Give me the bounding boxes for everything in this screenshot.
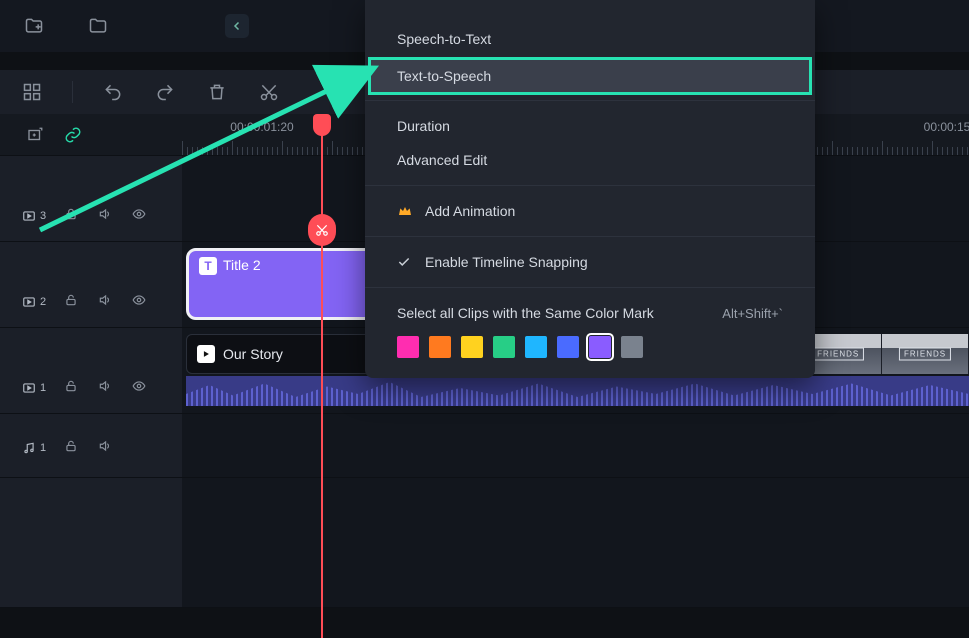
cut-button[interactable] [257, 80, 281, 104]
collapse-panel-button[interactable] [225, 14, 249, 38]
menu-speech-to-text[interactable]: Speech-to-Text [365, 22, 815, 56]
playhead[interactable] [321, 114, 323, 638]
video-clip-label: Our Story [223, 346, 283, 362]
folder-icon[interactable] [84, 12, 112, 40]
audio-waveform[interactable] [186, 376, 969, 406]
thumb-label: FRIENDS [899, 348, 951, 361]
track-type-badge[interactable]: 1 [22, 381, 46, 395]
menu-separator [365, 185, 815, 186]
menu-separator [365, 287, 815, 288]
menu-label: Duration [397, 118, 450, 134]
track-number: 1 [40, 382, 46, 394]
toolbar-divider [72, 81, 73, 103]
play-icon [197, 345, 215, 363]
menu-label: Advanced Edit [397, 152, 487, 168]
track-type-badge[interactable]: 1 [22, 441, 46, 455]
eye-icon[interactable] [130, 205, 148, 223]
lock-icon[interactable] [62, 377, 80, 395]
track-row-audio: 1 [0, 414, 969, 478]
menu-text-to-speech[interactable]: Text-to-Speech [371, 60, 809, 92]
add-track-button[interactable] [26, 126, 44, 144]
menu-advanced-edit[interactable]: Advanced Edit [365, 143, 815, 177]
color-swatch[interactable] [557, 336, 579, 358]
menu-label: Select all Clips with the Same Color Mar… [397, 305, 654, 321]
undo-button[interactable] [101, 80, 125, 104]
menu-separator [365, 236, 815, 237]
color-swatch[interactable] [429, 336, 451, 358]
crown-icon [397, 203, 413, 219]
track-number: 3 [40, 210, 46, 222]
grid-icon[interactable] [20, 80, 44, 104]
timecode-label: 00:00:15:0 [924, 120, 969, 134]
color-swatch[interactable] [589, 336, 611, 358]
playhead-cut-button[interactable] [308, 214, 336, 246]
lock-icon[interactable] [62, 205, 80, 223]
track-number: 2 [40, 296, 46, 308]
menu-separator [365, 100, 815, 101]
lock-icon[interactable] [62, 291, 80, 309]
redo-button[interactable] [153, 80, 177, 104]
color-swatch[interactable] [493, 336, 515, 358]
text-clip-icon: T [199, 257, 217, 275]
menu-label: Enable Timeline Snapping [425, 254, 588, 270]
track-number: 1 [40, 442, 46, 454]
speaker-icon[interactable] [96, 377, 114, 395]
speaker-icon[interactable] [96, 291, 114, 309]
menu-shortcut: Alt+Shift+` [722, 306, 783, 321]
new-folder-icon[interactable] [20, 12, 48, 40]
eye-icon[interactable] [130, 377, 148, 395]
speaker-icon[interactable] [96, 205, 114, 223]
menu-select-same-color[interactable]: Select all Clips with the Same Color Mar… [365, 296, 815, 330]
track-row-empty [0, 478, 969, 608]
speaker-icon[interactable] [96, 437, 114, 455]
menu-label: Add Animation [425, 203, 515, 219]
menu-label: Text-to-Speech [397, 68, 491, 84]
track-type-badge[interactable]: 2 [22, 295, 46, 309]
check-icon [397, 255, 413, 269]
thumb-label: FRIENDS [812, 348, 864, 361]
menu-label: Speech-to-Text [397, 31, 491, 47]
menu-duration[interactable]: Duration [365, 109, 815, 143]
color-swatch[interactable] [621, 336, 643, 358]
lock-icon[interactable] [62, 437, 80, 455]
menu-add-animation[interactable]: Add Animation [365, 194, 815, 228]
color-swatch[interactable] [461, 336, 483, 358]
color-swatch[interactable] [525, 336, 547, 358]
playhead-handle[interactable] [313, 114, 331, 136]
link-icon[interactable] [64, 126, 82, 144]
eye-icon[interactable] [130, 291, 148, 309]
timecode-label: 00:00:01:20 [230, 120, 293, 134]
context-menu: Speech-to-Text Text-to-Speech Duration A… [365, 0, 815, 378]
color-swatch[interactable] [397, 336, 419, 358]
delete-button[interactable] [205, 80, 229, 104]
title-clip-label: Title 2 [223, 257, 261, 273]
color-swatch-row [365, 330, 815, 358]
track-type-badge[interactable]: 3 [22, 209, 46, 223]
menu-enable-snapping[interactable]: Enable Timeline Snapping [365, 245, 815, 279]
